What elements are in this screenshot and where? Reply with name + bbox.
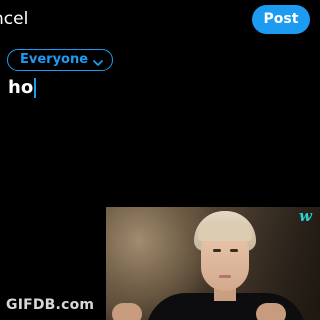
cancel-button[interactable]: ncel xyxy=(0,9,28,29)
person-right-hand xyxy=(256,303,286,320)
gif-watermark: GIFDB.com xyxy=(6,297,95,313)
person-right-eye xyxy=(230,249,238,252)
chevron-down-icon xyxy=(92,54,104,66)
person-mouth xyxy=(219,275,231,278)
audience-label: Everyone xyxy=(20,52,89,67)
person-left-eye xyxy=(213,249,221,252)
video-overlay: w xyxy=(106,207,320,320)
top-bar: ncel Post xyxy=(0,0,320,40)
person-fringe xyxy=(198,221,252,241)
person-left-hand xyxy=(112,303,142,320)
compose-textarea[interactable]: ho xyxy=(8,76,37,100)
compose-text: ho xyxy=(8,77,34,98)
audience-selector[interactable]: Everyone xyxy=(7,49,114,71)
video-watermark-logo: w xyxy=(299,207,312,225)
post-button[interactable]: Post xyxy=(252,5,310,34)
text-caret xyxy=(34,78,37,98)
